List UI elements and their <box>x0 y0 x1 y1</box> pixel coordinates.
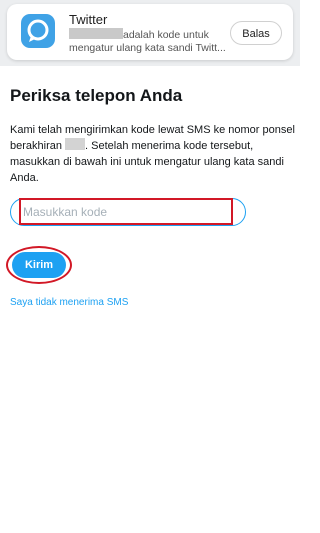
notification-message-line2: mengatur ulang kata sandi Twitt... <box>69 42 226 54</box>
twitter-chat-bubble-icon <box>21 14 55 48</box>
redacted-sender <box>69 28 123 39</box>
notification-shade: Twitter adalah kode untuk mengatur ulang… <box>0 0 300 66</box>
notification-message-line1: adalah kode untuk <box>123 29 209 41</box>
code-field[interactable] <box>10 198 246 226</box>
submit-button[interactable]: Kirim <box>12 252 66 278</box>
notification-message: adalah kode untuk mengatur ulang kata sa… <box>69 28 229 55</box>
reply-button[interactable]: Balas <box>230 21 282 45</box>
notification-app-name: Twitter <box>69 12 108 27</box>
no-sms-link[interactable]: Saya tidak menerima SMS <box>10 297 128 308</box>
code-field-highlight <box>19 198 233 225</box>
instructions-text: Kami telah mengirimkan kode lewat SMS ke… <box>10 122 295 186</box>
page-title: Periksa telepon Anda <box>10 86 183 105</box>
redacted-phone-digits <box>65 138 86 150</box>
sms-notification[interactable]: Twitter adalah kode untuk mengatur ulang… <box>7 4 293 60</box>
